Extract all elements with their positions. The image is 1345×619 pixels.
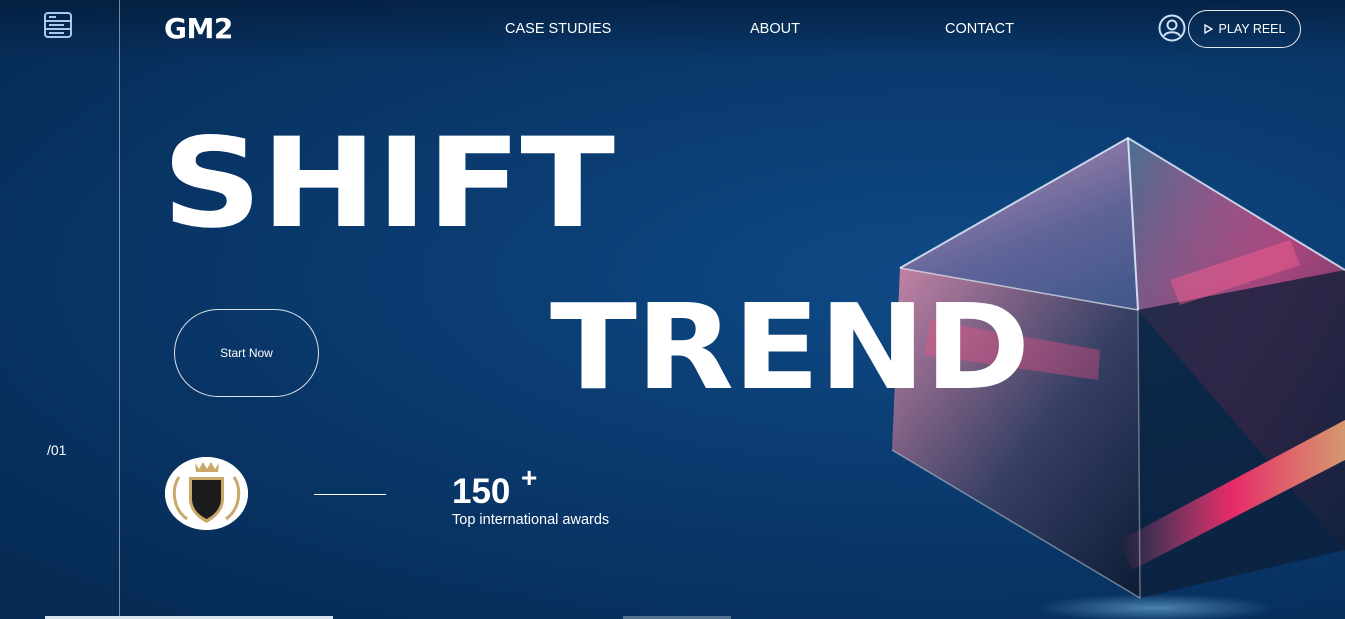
sidebar-divider [119,0,120,619]
stat-suffix: + [521,462,538,493]
user-circle-icon[interactable] [1158,14,1186,42]
start-now-button[interactable]: Start Now [174,309,319,397]
hero-title-word-2: TREND [550,278,1030,416]
menu-icon[interactable] [44,12,72,38]
nav-contact[interactable]: CONTACT [945,21,1014,37]
hero-title-word-1: SHIFT [162,112,615,256]
nav-case-studies[interactable]: CASE STUDIES [505,21,611,37]
nav-about[interactable]: ABOUT [750,21,800,37]
award-badge-image [165,457,248,530]
play-triangle-icon [1203,24,1213,34]
play-reel-button[interactable]: PLAY REEL [1188,10,1301,48]
stat-label: Top international awards [452,512,610,528]
slide-index: /01 [47,442,67,458]
stat-value: 150 [452,472,511,511]
play-reel-label: PLAY REEL [1218,22,1286,36]
stat-divider [314,494,386,495]
brand-logo[interactable]: GM2 [164,12,233,45]
